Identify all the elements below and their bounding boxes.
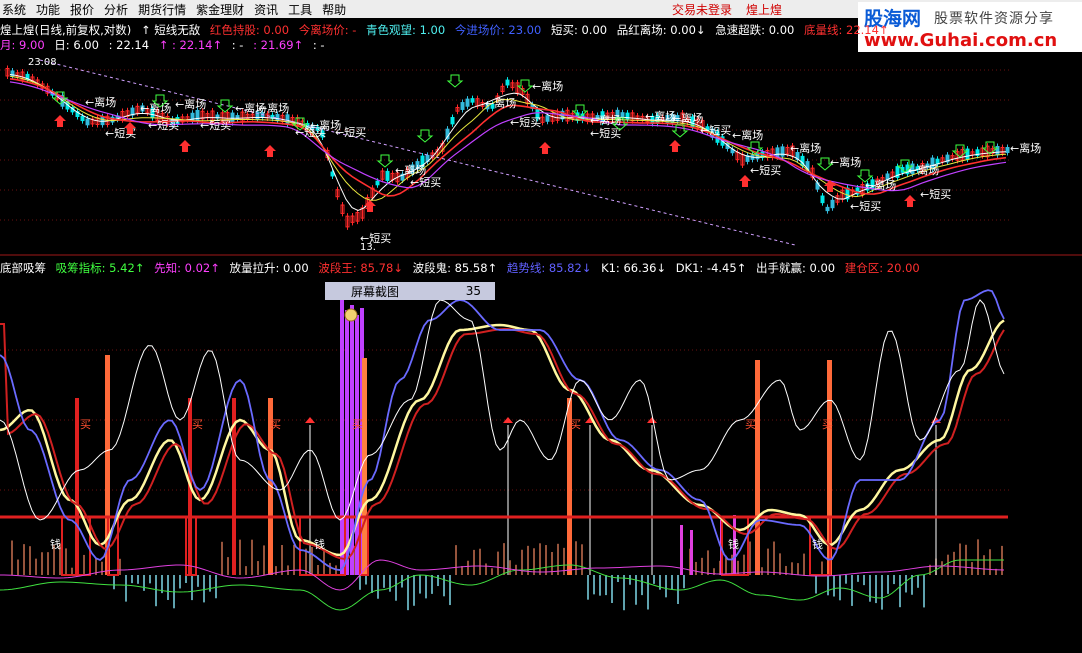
trend-curve-yellow	[0, 319, 1005, 557]
signal-leave-label: ←离场	[732, 128, 763, 142]
up-arrow-icon	[54, 115, 66, 127]
money-marker-label: 钱	[812, 537, 823, 551]
price-label-low: 13.	[360, 242, 376, 253]
magenta-column	[340, 300, 344, 575]
down-arrow-icon	[216, 99, 234, 113]
magenta-column	[680, 525, 683, 575]
signal-buy-label: ←短买	[148, 118, 179, 132]
buy-marker-label: 买	[352, 418, 363, 431]
signal-leave-label: ←离场	[175, 97, 206, 111]
down-arrow-icon	[446, 74, 464, 88]
tooltip-value: 35	[465, 284, 481, 298]
coin-icon	[344, 308, 358, 322]
signal-buy-label: ←短买	[590, 126, 621, 140]
candle-body	[190, 112, 195, 122]
signal-leave-label: ←离场	[672, 111, 703, 125]
candle-body	[80, 115, 85, 122]
signal-buy-label: ←短买	[850, 199, 881, 213]
signal-leave-label: ←离场	[258, 101, 289, 115]
trend-line	[39, 59, 796, 246]
price-label-top: 23.08	[28, 57, 57, 68]
money-marker-label: 钱	[50, 537, 61, 551]
signal-buy-label: ←短买	[410, 175, 441, 189]
money-marker-label: 钱	[314, 537, 325, 551]
candle-body	[100, 116, 105, 126]
chart-canvas[interactable]: ←离场 ←离场 ←离场 ←离场←离场←离场←离场←离场←离场←离场 ←离场←离场←离场←…	[0, 18, 1082, 653]
signal-buy-label: ←短买	[510, 115, 541, 129]
menu-tools[interactable]: 工具	[286, 1, 320, 18]
up-arrow-icon	[539, 142, 551, 154]
signal-leave-label: ←离场	[865, 178, 896, 192]
orange-column	[755, 360, 760, 575]
signal-leave-label: ←离场	[790, 141, 821, 155]
magenta-column	[690, 530, 693, 575]
candle-body	[620, 112, 625, 119]
menu-system[interactable]: 系统	[0, 1, 34, 18]
signal-buy-label: ←短买	[750, 163, 781, 177]
buy-marker-label: 买	[80, 418, 91, 431]
candle-body	[85, 118, 90, 126]
candle-body	[780, 146, 785, 157]
signal-leave-label: ←离场	[590, 113, 621, 127]
tooltip-label: 屏幕截图	[351, 284, 400, 299]
candle-body	[450, 116, 455, 125]
signal-buy-label: ←短买	[200, 118, 231, 132]
buy-marker-label: 买	[822, 418, 833, 431]
screenshot-tooltip: 屏幕截图 35	[325, 282, 495, 300]
candle-body	[195, 109, 200, 122]
signal-leave-label: ←离场	[830, 155, 861, 169]
signal-leave-label: ←离场	[1010, 141, 1041, 155]
candle-body	[1005, 147, 1010, 153]
menu-quote[interactable]: 报价	[68, 1, 102, 18]
trend-curve-red	[0, 323, 1005, 560]
down-arrow-icon	[416, 129, 434, 143]
orange-column	[362, 358, 367, 575]
up-arrow-icon	[904, 195, 916, 207]
candle-body	[505, 79, 510, 86]
candle-body	[775, 147, 780, 158]
buy-marker-label: 买	[192, 418, 203, 431]
candle-body	[825, 206, 830, 212]
up-arrow-icon	[305, 417, 315, 423]
menu-function[interactable]: 功能	[34, 1, 68, 18]
candle-body	[830, 199, 835, 209]
signal-buy-label: ←短买	[295, 125, 326, 139]
candle-body	[820, 195, 825, 204]
candle-body	[470, 98, 475, 103]
signal-leave-label: ←离场	[908, 163, 939, 177]
candle-body	[385, 170, 390, 181]
signal-buy-label: ←短买	[335, 125, 366, 139]
money-marker-label: 钱	[728, 537, 739, 551]
signal-buy-label: ←短买	[700, 123, 731, 137]
menu-analysis[interactable]: 分析	[102, 1, 136, 18]
signal-leave-label: ←离场	[485, 96, 516, 110]
menu-news[interactable]: 资讯	[252, 1, 286, 18]
up-arrow-icon	[264, 145, 276, 157]
buy-marker-label: 买	[270, 418, 281, 431]
up-arrow-icon	[179, 140, 191, 152]
red-column	[75, 398, 79, 575]
menu-help[interactable]: 帮助	[320, 1, 354, 18]
buy-marker-label: 买	[570, 418, 581, 431]
stock-name: 煌上煌	[746, 3, 783, 17]
down-arrow-icon	[516, 79, 534, 93]
down-arrow-icon	[376, 154, 394, 168]
menu-futures[interactable]: 期货行情	[136, 1, 194, 18]
candle-body	[545, 115, 550, 122]
login-status[interactable]: 交易未登录	[672, 1, 732, 18]
candle-body	[375, 180, 380, 186]
signal-leave-label: ←离场	[85, 95, 116, 109]
candle-body	[465, 98, 470, 107]
signal-buy-label: ←短买	[920, 187, 951, 201]
candle-body	[460, 102, 465, 110]
candle-body	[275, 114, 280, 122]
signal-leave-label: ←离场	[532, 79, 563, 93]
up-arrow-icon	[669, 140, 681, 152]
down-arrow-icon	[571, 104, 589, 118]
signal-leave-label: ←离场	[395, 163, 426, 177]
down-arrow-icon	[951, 144, 969, 158]
menu-finance[interactable]: 紫金理财	[194, 1, 252, 18]
buy-marker-label: 买	[745, 418, 756, 431]
